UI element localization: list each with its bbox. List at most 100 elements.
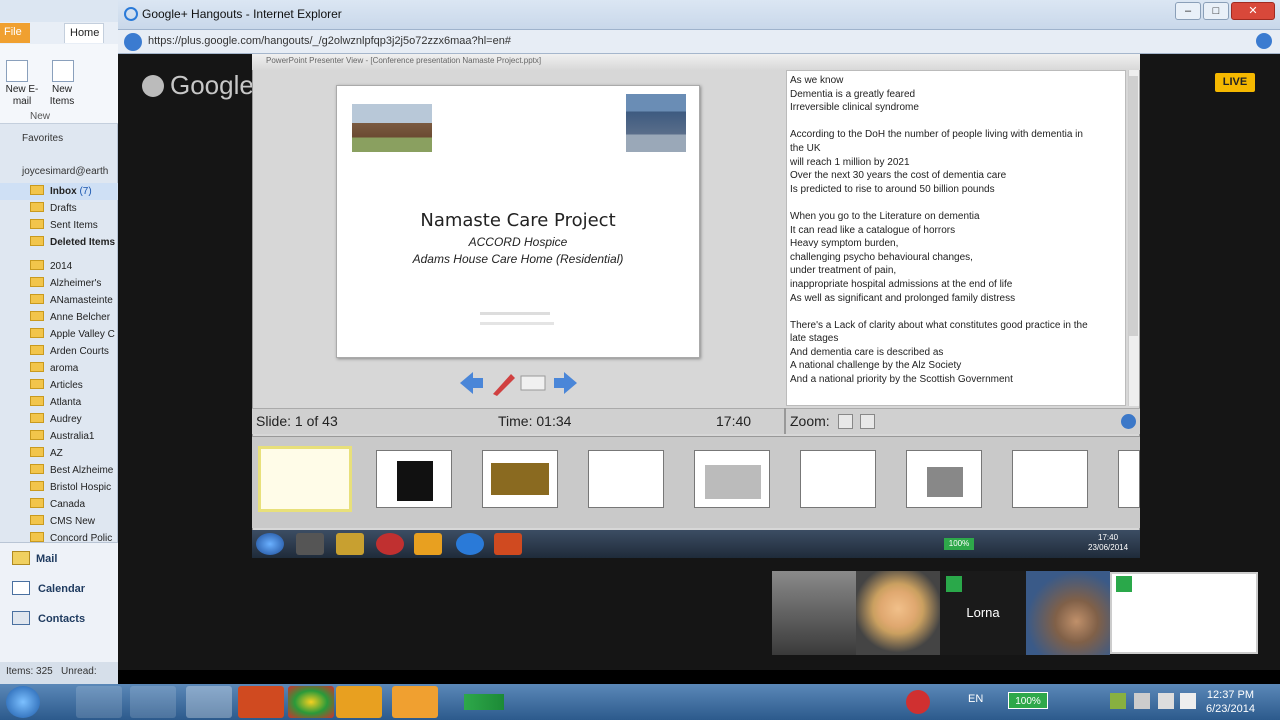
- slide-photo-house: [352, 104, 432, 152]
- folder-item[interactable]: Anne Belcher: [0, 309, 118, 326]
- folder-icon: [30, 498, 44, 508]
- calendar-icon: [12, 581, 30, 595]
- folder-deleted[interactable]: Deleted Items: [0, 234, 118, 251]
- account-header[interactable]: joycesimard@earth: [0, 163, 118, 180]
- slide-menu-icon[interactable]: [520, 375, 546, 391]
- nav-contacts[interactable]: Contacts: [38, 613, 85, 625]
- slide-footer-faint: [480, 322, 554, 325]
- note-line: Dementia is a greatly feared: [790, 88, 916, 100]
- participant-video[interactable]: [772, 571, 856, 655]
- notes-scroll-thumb[interactable]: [1129, 76, 1138, 336]
- folder-item[interactable]: Atlanta: [0, 394, 118, 411]
- thumbnail-slide[interactable]: [694, 450, 770, 508]
- folder-item[interactable]: Australia1: [0, 428, 118, 445]
- powerpoint-icon[interactable]: [494, 533, 522, 555]
- browser-title: Google+ Hangouts - Internet Explorer: [142, 7, 342, 21]
- zoom-out-icon[interactable]: [860, 414, 875, 429]
- ie-icon[interactable]: [456, 533, 484, 555]
- next-slide-icon[interactable]: [554, 372, 577, 394]
- powerpoint-taskbar-icon[interactable]: [238, 686, 284, 718]
- thumbnail-slide[interactable]: [800, 450, 876, 508]
- note-line: [790, 305, 1125, 319]
- back-icon[interactable]: [124, 33, 142, 51]
- nav-calendar[interactable]: Calendar: [38, 583, 85, 595]
- folder-item[interactable]: Arden Courts: [0, 343, 118, 360]
- battery-indicator[interactable]: 100%: [1008, 692, 1048, 709]
- new-items-icon: [52, 60, 74, 82]
- folder-drafts[interactable]: Drafts: [0, 200, 118, 217]
- thumbnail-slide[interactable]: [1012, 450, 1088, 508]
- media-taskbar-icon[interactable]: [392, 686, 438, 718]
- folder-item[interactable]: AZ: [0, 445, 118, 462]
- folder-item[interactable]: Audrey: [0, 411, 118, 428]
- tray-icon[interactable]: [1110, 693, 1126, 709]
- help-icon[interactable]: [1121, 414, 1136, 429]
- thumbnail-image: [397, 461, 433, 501]
- folder-sent[interactable]: Sent Items: [0, 217, 118, 234]
- presenter-clock: 17:40: [716, 413, 752, 429]
- note-line: Heavy symptom burden,: [790, 238, 899, 250]
- ribbon-group-new-label: New: [30, 111, 51, 122]
- shared-battery-indicator: 100%: [944, 538, 974, 550]
- media-player-icon[interactable]: [296, 533, 324, 555]
- new-items-button[interactable]: New Items: [42, 84, 82, 108]
- maximize-button[interactable]: □: [1203, 2, 1229, 20]
- thumbnail-slide[interactable]: [588, 450, 664, 508]
- start-button-icon[interactable]: [6, 686, 40, 718]
- tray-icon[interactable]: [1134, 693, 1150, 709]
- elapsed-time: Time: 01:34: [498, 413, 572, 429]
- folder-item[interactable]: Concord Polic: [0, 530, 118, 542]
- participant-screenshare[interactable]: [1110, 572, 1258, 654]
- outlook-taskbar-icon[interactable]: [336, 686, 382, 718]
- thumbnail-slide[interactable]: [906, 450, 982, 508]
- participant-video[interactable]: [1026, 571, 1110, 655]
- file-tab[interactable]: File: [0, 23, 30, 43]
- network-icon[interactable]: [1158, 693, 1174, 709]
- outlook-icon[interactable]: [414, 533, 442, 555]
- previous-slide-icon[interactable]: [460, 372, 483, 394]
- folder-inbox[interactable]: Inbox (7): [0, 183, 118, 200]
- thumbnail-slide[interactable]: [1118, 450, 1140, 508]
- folder-item[interactable]: Best Alzheime: [0, 462, 118, 479]
- app-icon[interactable]: [376, 533, 404, 555]
- folder-icon: [30, 311, 44, 321]
- language-indicator[interactable]: EN: [968, 693, 983, 705]
- ie-taskbar-icon[interactable]: [130, 686, 176, 718]
- folder-item[interactable]: Apple Valley C: [0, 326, 118, 343]
- zoom-in-icon[interactable]: [838, 414, 853, 429]
- chrome-taskbar-icon[interactable]: [288, 686, 334, 718]
- presenter-title: PowerPoint Presenter View - [Conference …: [252, 54, 1140, 70]
- clock-date: 6/23/2014: [1206, 703, 1255, 715]
- folder-item[interactable]: ANamasteinte: [0, 292, 118, 309]
- folder-item[interactable]: Canada: [0, 496, 118, 513]
- participant-video[interactable]: [856, 571, 940, 655]
- new-email-button[interactable]: New E-mail: [4, 84, 40, 108]
- system-clock[interactable]: 12:37 PM 6/23/2014: [1206, 688, 1255, 716]
- thumbnail-slide[interactable]: [482, 450, 558, 508]
- pen-tool-icon[interactable]: [493, 374, 515, 396]
- explorer-icon[interactable]: [336, 533, 364, 555]
- home-tab[interactable]: Home: [64, 23, 104, 43]
- tray-app-icon[interactable]: [906, 690, 930, 714]
- folder-item[interactable]: Alzheimer's: [0, 275, 118, 292]
- folder-item[interactable]: 2014: [0, 258, 118, 275]
- volume-icon[interactable]: [1180, 693, 1196, 709]
- speaker-notes[interactable]: As we know Dementia is a greatly feared …: [786, 70, 1126, 406]
- folder-item[interactable]: CMS New: [0, 513, 118, 530]
- folder-item[interactable]: Bristol Hospic: [0, 479, 118, 496]
- start-orb-icon[interactable]: [256, 533, 284, 555]
- url-field[interactable]: https://plus.google.com/hangouts/_/g2olw…: [148, 35, 511, 47]
- favorites-header[interactable]: Favorites: [0, 130, 118, 147]
- minimize-button[interactable]: –: [1175, 2, 1201, 20]
- thumbnail-slide[interactable]: [376, 450, 452, 508]
- folder-icon: [30, 481, 44, 491]
- ie-taskbar-icon[interactable]: [76, 686, 122, 718]
- ie-icon: [124, 7, 138, 21]
- nav-mail[interactable]: Mail: [36, 553, 57, 565]
- thumbnail-slide-1[interactable]: [258, 446, 352, 512]
- ie-taskbar-icon[interactable]: [186, 686, 232, 718]
- close-button[interactable]: ✕: [1231, 2, 1275, 20]
- folder-item[interactable]: Articles: [0, 377, 118, 394]
- folder-item[interactable]: aroma: [0, 360, 118, 377]
- note-line: And dementia care is described as: [790, 346, 944, 358]
